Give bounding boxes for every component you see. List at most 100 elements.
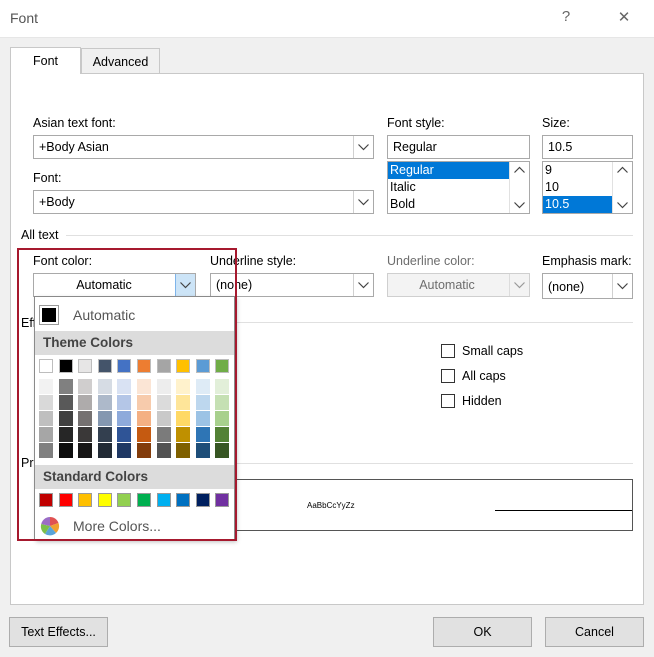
theme-color-swatch[interactable] xyxy=(195,359,210,373)
ok-button[interactable]: OK xyxy=(433,617,532,647)
theme-shade-swatch[interactable] xyxy=(176,443,191,458)
theme-shade-swatch[interactable] xyxy=(97,427,112,442)
theme-shade-swatch[interactable] xyxy=(156,395,171,410)
theme-color-swatch[interactable] xyxy=(97,359,112,373)
theme-shade-swatch[interactable] xyxy=(78,379,93,394)
standard-color-swatch[interactable] xyxy=(58,493,73,507)
standard-color-swatch[interactable] xyxy=(97,493,112,507)
font-color-dropdown-button[interactable] xyxy=(175,274,195,296)
help-button[interactable]: ? xyxy=(556,8,576,25)
all-caps-checkbox[interactable] xyxy=(441,369,455,383)
theme-shade-swatch[interactable] xyxy=(195,379,210,394)
theme-shade-swatch[interactable] xyxy=(156,443,171,458)
underline-color-dropdown-button[interactable] xyxy=(509,274,529,296)
theme-shade-swatch[interactable] xyxy=(195,443,210,458)
theme-shade-swatch[interactable] xyxy=(97,411,112,426)
theme-color-swatch[interactable] xyxy=(78,359,93,373)
theme-shade-swatch[interactable] xyxy=(58,379,73,394)
standard-color-swatch[interactable] xyxy=(156,493,171,507)
tab-font[interactable]: Font xyxy=(10,47,81,74)
cancel-button[interactable]: Cancel xyxy=(545,617,644,647)
font-style-option-regular[interactable]: Regular xyxy=(388,162,509,179)
more-colors-option[interactable]: More Colors... xyxy=(35,513,234,539)
standard-color-swatch[interactable] xyxy=(78,493,93,507)
theme-shade-swatch[interactable] xyxy=(176,411,191,426)
theme-shade-swatch[interactable] xyxy=(215,427,230,442)
theme-color-swatch[interactable] xyxy=(215,359,230,373)
theme-shade-swatch[interactable] xyxy=(58,411,73,426)
font-style-list[interactable]: Regular Italic Bold xyxy=(387,161,530,214)
chevron-up-icon[interactable] xyxy=(514,166,525,173)
standard-color-swatch[interactable] xyxy=(137,493,151,507)
theme-shade-swatch[interactable] xyxy=(39,411,53,426)
theme-shade-swatch[interactable] xyxy=(58,395,73,410)
theme-shade-swatch[interactable] xyxy=(195,427,210,442)
theme-shade-swatch[interactable] xyxy=(215,379,230,394)
theme-shade-swatch[interactable] xyxy=(117,395,132,410)
theme-shade-swatch[interactable] xyxy=(117,379,132,394)
theme-color-swatch[interactable] xyxy=(58,359,73,373)
hidden-checkbox-row[interactable]: Hidden xyxy=(441,394,502,408)
theme-shade-swatch[interactable] xyxy=(156,379,171,394)
size-option-10[interactable]: 10 xyxy=(543,179,612,196)
standard-color-swatch[interactable] xyxy=(39,493,53,507)
font-style-scrollbar[interactable] xyxy=(509,162,529,213)
asian-font-dropdown-button[interactable] xyxy=(353,136,373,158)
theme-shade-swatch[interactable] xyxy=(39,379,53,394)
theme-color-swatch[interactable] xyxy=(39,359,53,373)
underline-style-combo[interactable]: (none) xyxy=(210,273,374,297)
asian-font-combo[interactable]: +Body Asian xyxy=(33,135,374,159)
theme-shade-swatch[interactable] xyxy=(195,395,210,410)
chevron-down-icon[interactable] xyxy=(617,202,628,209)
theme-shade-swatch[interactable] xyxy=(215,411,230,426)
theme-color-swatch[interactable] xyxy=(137,359,151,373)
theme-shade-swatch[interactable] xyxy=(137,443,151,458)
theme-shade-swatch[interactable] xyxy=(137,427,151,442)
size-option-10-5[interactable]: 10.5 xyxy=(543,196,612,213)
font-combo[interactable]: +Body xyxy=(33,190,374,214)
theme-shade-swatch[interactable] xyxy=(117,443,132,458)
font-dropdown-button[interactable] xyxy=(353,191,373,213)
theme-shade-swatch[interactable] xyxy=(78,395,93,410)
standard-color-swatch[interactable] xyxy=(176,493,191,507)
theme-color-swatch[interactable] xyxy=(117,359,132,373)
text-effects-button[interactable]: Text Effects... xyxy=(9,617,108,647)
automatic-color-option[interactable]: Automatic xyxy=(35,297,234,331)
theme-shade-swatch[interactable] xyxy=(39,443,53,458)
size-list[interactable]: 9 10 10.5 xyxy=(542,161,633,214)
theme-shade-swatch[interactable] xyxy=(176,379,191,394)
size-option-9[interactable]: 9 xyxy=(543,162,612,179)
theme-shade-swatch[interactable] xyxy=(176,427,191,442)
font-style-option-italic[interactable]: Italic xyxy=(388,179,509,196)
standard-color-swatch[interactable] xyxy=(195,493,210,507)
theme-shade-swatch[interactable] xyxy=(58,427,73,442)
font-style-input[interactable]: Regular xyxy=(387,135,530,159)
theme-shade-swatch[interactable] xyxy=(97,443,112,458)
size-input[interactable]: 10.5 xyxy=(542,135,633,159)
theme-shade-swatch[interactable] xyxy=(176,395,191,410)
chevron-down-icon[interactable] xyxy=(514,202,525,209)
tab-advanced[interactable]: Advanced xyxy=(81,48,160,74)
theme-shade-swatch[interactable] xyxy=(215,443,230,458)
theme-shade-swatch[interactable] xyxy=(117,427,132,442)
font-style-option-bold[interactable]: Bold xyxy=(388,196,509,213)
theme-shade-swatch[interactable] xyxy=(39,395,53,410)
theme-shade-swatch[interactable] xyxy=(156,427,171,442)
font-color-combo[interactable]: Automatic xyxy=(33,273,196,297)
theme-color-swatch[interactable] xyxy=(176,359,191,373)
theme-shade-swatch[interactable] xyxy=(137,411,151,426)
close-button[interactable]: ✕ xyxy=(614,8,634,26)
hidden-checkbox[interactable] xyxy=(441,394,455,408)
standard-color-swatch[interactable] xyxy=(117,493,132,507)
theme-shade-swatch[interactable] xyxy=(78,411,93,426)
theme-shade-swatch[interactable] xyxy=(97,395,112,410)
theme-shade-swatch[interactable] xyxy=(39,427,53,442)
theme-shade-swatch[interactable] xyxy=(156,411,171,426)
underline-style-dropdown-button[interactable] xyxy=(353,274,373,296)
theme-shade-swatch[interactable] xyxy=(78,427,93,442)
theme-shade-swatch[interactable] xyxy=(195,411,210,426)
chevron-up-icon[interactable] xyxy=(617,166,628,173)
theme-shade-swatch[interactable] xyxy=(137,379,151,394)
emphasis-mark-dropdown-button[interactable] xyxy=(612,274,632,298)
small-caps-checkbox-row[interactable]: Small caps xyxy=(441,344,523,358)
